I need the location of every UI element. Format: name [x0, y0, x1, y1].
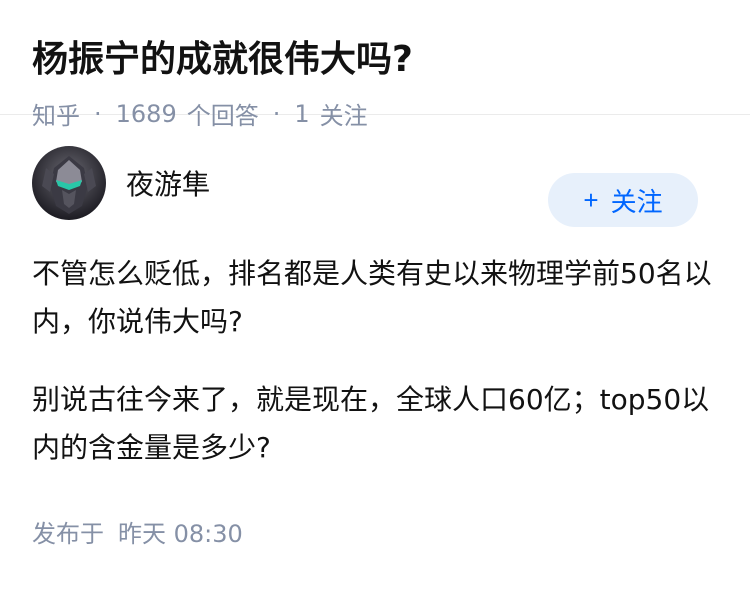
answer-paragraph: 别说古往今来了，就是现在，全球人口60亿；top50以内的含金量是多少?	[32, 383, 710, 464]
answer-paragraph: 不管怎么贬低，排名都是人类有史以来物理学前50名以内，你说伟大吗?	[32, 257, 712, 338]
question-title[interactable]: 杨振宁的成就很伟大吗?	[32, 36, 718, 84]
avatar[interactable]	[32, 145, 106, 220]
publish-label: 发布于	[32, 520, 104, 548]
author-row: 夜游隼 + 关注	[32, 115, 718, 250]
plus-icon: +	[583, 184, 599, 215]
avatar-robot-icon	[32, 145, 106, 220]
question-header: 杨振宁的成就很伟大吗? 知乎 · 1689 个回答 · 1 关注	[0, 0, 750, 130]
publish-info: 发布于 昨天 08:30	[32, 514, 718, 549]
author-name[interactable]: 夜游隼	[126, 163, 210, 203]
answer-card: 夜游隼 + 关注 不管怎么贬低，排名都是人类有史以来物理学前50名以内，你说伟大…	[0, 115, 750, 549]
follow-button[interactable]: + 关注	[548, 173, 698, 227]
follow-button-label: 关注	[610, 186, 663, 217]
answer-content: 不管怎么贬低，排名都是人类有史以来物理学前50名以内，你说伟大吗? 别说古往今来…	[32, 250, 718, 472]
publish-time: 昨天 08:30	[118, 520, 243, 548]
